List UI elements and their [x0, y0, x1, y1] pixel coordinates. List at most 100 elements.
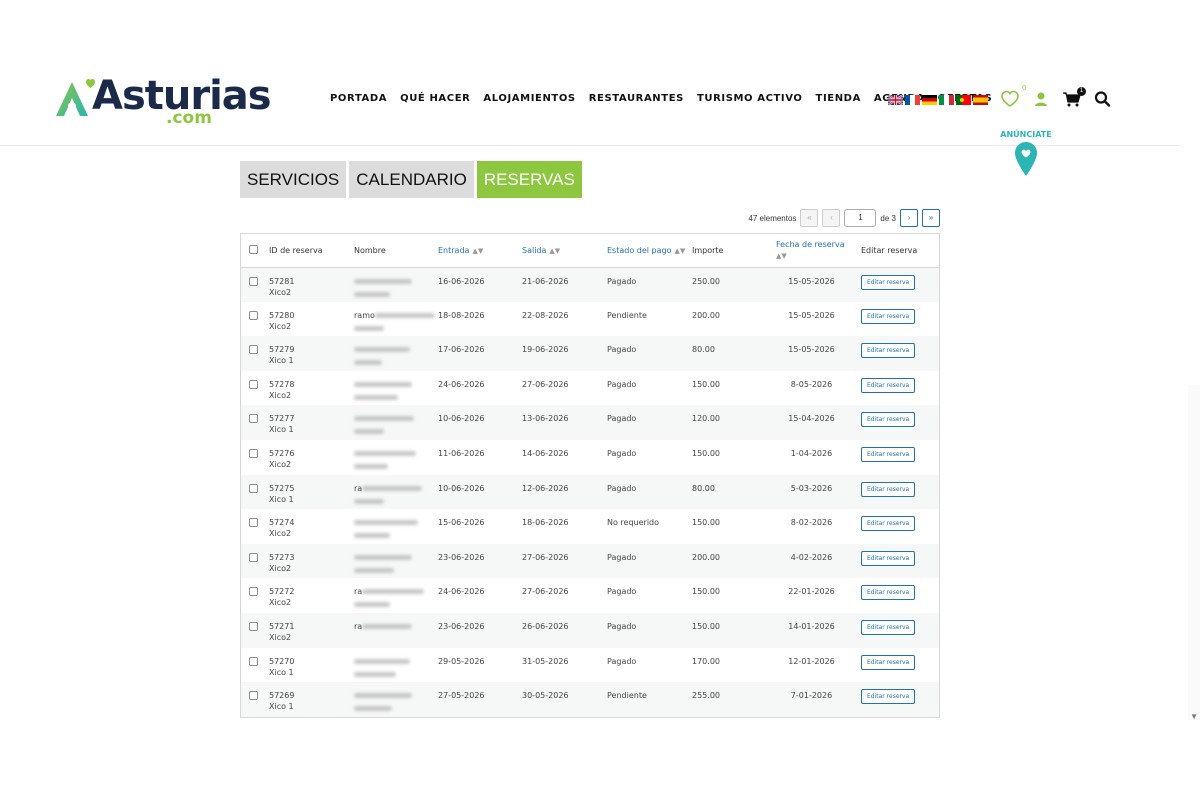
booking-date: 7-01-2026 — [790, 691, 833, 701]
entrada-date: 23-06-2026 — [438, 621, 485, 631]
search-icon[interactable] — [1093, 90, 1113, 108]
row-checkbox[interactable] — [249, 448, 258, 458]
nav-item-alojamientos[interactable]: ALOJAMIENTOS — [483, 93, 575, 104]
edit-reservation-button[interactable]: Editar reserva — [861, 585, 916, 601]
entrada-date: 23-06-2026 — [438, 552, 485, 562]
row-checkbox[interactable] — [249, 552, 258, 562]
edit-reservation-button[interactable]: Editar reserva — [861, 550, 916, 566]
edit-reservation-button[interactable]: Editar reserva — [861, 446, 916, 462]
amount: 150.00 — [692, 379, 720, 389]
nav-item-turismo-activo[interactable]: TURISMO ACTIVO — [697, 93, 803, 104]
redacted-name-bar — [354, 347, 410, 353]
row-checkbox[interactable] — [249, 691, 258, 701]
nav-item-restaurantes[interactable]: RESTAURANTES — [589, 93, 684, 104]
row-checkbox[interactable] — [249, 518, 258, 528]
row-checkbox[interactable] — [249, 379, 258, 389]
header-salida[interactable]: Salida — [522, 246, 546, 255]
tab-servicios[interactable]: SERVICIOS — [240, 161, 347, 198]
site-logo[interactable]: Asturias .com — [52, 74, 272, 130]
payment-status: Pagado — [607, 379, 637, 389]
redacted-surname-bar — [354, 429, 384, 435]
tab-calendario[interactable]: CALENDARIO — [349, 161, 474, 198]
wishlist-heart-icon[interactable]: 0 — [1000, 85, 1026, 108]
booking-date: 15-05-2026 — [788, 345, 835, 355]
table-row: 57280 Xico2 ramo 18-08-2026 22-08-2026 Pendie… — [241, 302, 939, 337]
fr-flag-icon[interactable] — [905, 95, 920, 105]
scrollbar[interactable] — [1188, 385, 1200, 720]
redacted-name-bar — [374, 312, 435, 318]
entrada-date: 17-06-2026 — [438, 345, 485, 355]
redacted-name-bar — [354, 278, 412, 284]
redacted-name-bar — [354, 416, 414, 422]
edit-reservation-button[interactable]: Editar reserva — [861, 516, 916, 532]
pt-flag-icon[interactable] — [956, 95, 971, 105]
entrada-date: 11-06-2026 — [438, 448, 485, 458]
logo-suffix: .com — [166, 108, 212, 128]
row-checkbox[interactable] — [249, 310, 258, 320]
header-estado[interactable]: Estado del pago — [607, 246, 672, 255]
logo-heart-a-icon — [56, 78, 95, 116]
amount: 150.00 — [692, 448, 720, 458]
first-page-button[interactable]: « — [800, 209, 819, 227]
edit-reservation-button[interactable]: Editar reserva — [861, 619, 916, 635]
amount: 250.00 — [692, 276, 720, 286]
header-fecha[interactable]: Fecha de reserva — [776, 240, 845, 249]
edit-reservation-button[interactable]: Editar reserva — [861, 308, 916, 324]
scroll-down-icon[interactable]: ▼ — [1190, 712, 1198, 721]
entrada-date: 10-06-2026 — [438, 483, 485, 493]
entrada-date: 15-06-2026 — [438, 518, 485, 528]
booking-date: 15-04-2026 — [788, 414, 835, 424]
amount: 150.00 — [692, 587, 720, 597]
row-checkbox[interactable] — [249, 587, 258, 597]
edit-reservation-button[interactable]: Editar reserva — [861, 377, 916, 393]
booking-date: 8-05-2026 — [790, 379, 833, 389]
redacted-surname-bar — [354, 463, 388, 469]
prev-page-button[interactable]: ‹ — [822, 209, 841, 227]
edit-reservation-button[interactable]: Editar reserva — [861, 412, 916, 428]
cart-icon[interactable]: 1 — [1062, 87, 1086, 108]
row-checkbox[interactable] — [249, 345, 258, 355]
room-name: Xico2 — [269, 563, 292, 573]
redacted-surname-bar — [354, 394, 398, 400]
room-name: Xico2 — [269, 321, 292, 331]
edit-reservation-button[interactable]: Editar reserva — [861, 274, 916, 290]
de-flag-icon[interactable] — [922, 95, 937, 105]
guest-name-visible: ra — [354, 483, 363, 493]
row-checkbox[interactable] — [249, 414, 258, 424]
amount: 200.00 — [692, 310, 720, 320]
edit-reservation-button[interactable]: Editar reserva — [861, 654, 916, 670]
reservation-id: 57274 — [269, 518, 295, 528]
anunciate-button[interactable]: ANÚNCIATE — [995, 126, 1057, 182]
row-checkbox[interactable] — [249, 276, 258, 286]
salida-date: 12-06-2026 — [522, 483, 569, 493]
tab-reservas[interactable]: RESERVAS — [476, 161, 582, 198]
header-id: ID de reserva — [269, 245, 323, 255]
nav-item-portada[interactable]: PORTADA — [330, 93, 387, 104]
en-flag-icon[interactable] — [888, 95, 903, 105]
payment-status: Pagado — [607, 276, 637, 286]
row-checkbox[interactable] — [249, 656, 258, 666]
total-pages-label: de 3 — [880, 213, 896, 223]
table-row: 57279 Xico 1 17-06-2026 19-06-2026 Pagado 80.… — [241, 336, 939, 371]
header-entrada[interactable]: Entrada — [438, 246, 469, 255]
edit-reservation-button[interactable]: Editar reserva — [861, 343, 916, 359]
salida-date: 13-06-2026 — [522, 414, 569, 424]
salida-date: 27-06-2026 — [522, 552, 569, 562]
edit-reservation-button[interactable]: Editar reserva — [861, 481, 916, 497]
nav-item-qué-hacer[interactable]: QUÉ HACER — [400, 93, 470, 104]
es-flag-icon[interactable] — [973, 95, 988, 105]
last-page-button[interactable]: » — [922, 209, 940, 227]
select-all-checkbox[interactable] — [249, 244, 258, 254]
current-page-input[interactable]: 1 — [844, 209, 877, 227]
payment-status: Pendiente — [607, 691, 647, 701]
payment-status: No requerido — [607, 518, 660, 528]
row-checkbox[interactable] — [249, 483, 258, 493]
it-flag-icon[interactable] — [939, 95, 954, 105]
reservation-id: 57273 — [269, 552, 295, 562]
user-icon[interactable] — [1031, 90, 1051, 108]
nav-item-tienda[interactable]: TIENDA — [816, 93, 861, 104]
next-page-button[interactable]: › — [900, 209, 918, 227]
amount: 80.00 — [692, 483, 715, 493]
edit-reservation-button[interactable]: Editar reserva — [861, 689, 916, 705]
row-checkbox[interactable] — [249, 621, 258, 631]
